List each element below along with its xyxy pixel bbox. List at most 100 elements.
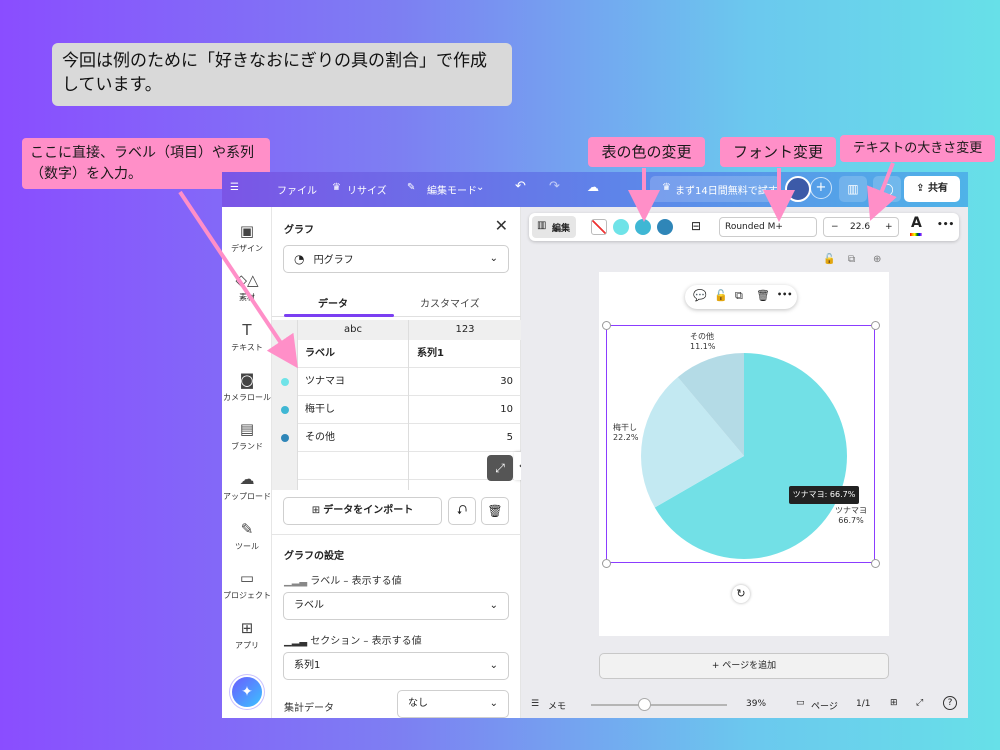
label-value-select[interactable]: ラベル ⌄ <box>283 592 509 620</box>
rail-item-tools[interactable]: ✎ ツール <box>222 520 272 552</box>
spacing-icon[interactable]: ⊟ <box>691 219 701 233</box>
font-size-value[interactable]: 22.6 <box>850 218 870 236</box>
aggregate-label: 集計データ <box>284 703 334 714</box>
section-setting-label: ▁▂▃ セクション – 表示する値 <box>284 632 422 647</box>
trash-icon[interactable]: 🗑 <box>481 497 509 525</box>
duplicate-icon[interactable]: ⧉ <box>735 289 743 303</box>
trial-label: まず14日間無料で試す <box>675 186 778 197</box>
resize-handle[interactable] <box>871 321 880 330</box>
color-bar <box>910 233 922 236</box>
comment-icon[interactable]: ◯ <box>873 176 901 202</box>
magic-sparkle-icon[interactable]: ✦ <box>232 677 262 707</box>
notes-button[interactable]: メモ <box>548 699 566 712</box>
empty-row <box>272 480 521 490</box>
zoom-level[interactable]: 39% <box>746 699 766 709</box>
zoom-slider[interactable] <box>591 704 727 706</box>
tab-customize[interactable]: カスタマイズ <box>420 295 480 310</box>
trash-icon[interactable]: 🗑 <box>756 289 770 302</box>
avatar[interactable] <box>785 176 811 202</box>
label-cell[interactable] <box>298 452 409 480</box>
duplicate-page-icon[interactable]: ⧉ <box>848 254 855 265</box>
resize-handle[interactable] <box>602 321 611 330</box>
decrease-size-button[interactable]: − <box>831 218 839 236</box>
resize-menu[interactable]: リサイズ <box>347 182 387 197</box>
column-type-b: 123 <box>409 320 521 340</box>
lock-icon[interactable]: 🔓 <box>823 254 835 265</box>
edit-mode-menu[interactable]: 編集モード <box>427 182 477 197</box>
chart-selection[interactable]: その他 11.1% 梅干し 22.2% ツナマヨ 66.7% ツナマヨ: 66.… <box>606 325 875 563</box>
value-cell[interactable] <box>409 480 521 490</box>
more-icon[interactable]: ••• <box>777 290 792 299</box>
expand-icon[interactable]: ⤢ <box>487 455 513 481</box>
rail-item-apps[interactable]: ⊞ アプリ <box>222 619 272 651</box>
grid-view-icon[interactable]: ⊞ <box>890 698 898 708</box>
label-cell[interactable]: その他 <box>298 424 409 452</box>
comment-add-icon[interactable]: 💬 <box>693 289 707 302</box>
elements-icon: ◇△ <box>235 271 259 289</box>
bottom-bar: ☰ メモ 39% ▭ ページ 1/1 ⊞ ⤢ ? <box>521 691 968 718</box>
label-cell[interactable] <box>298 480 409 490</box>
rail-item-upload[interactable]: ☁ アップロード <box>222 470 272 502</box>
rail-label: ブランド <box>231 442 263 451</box>
color-swatch-3[interactable] <box>657 219 673 235</box>
aggregate-select[interactable]: なし ⌄ <box>397 690 509 718</box>
add-page-button[interactable]: + ページを追加 <box>599 653 889 679</box>
rotate-icon[interactable]: ↻ <box>732 585 750 603</box>
font-select[interactable]: Rounded M+ <box>719 217 817 237</box>
label-cell[interactable]: ツナマヨ <box>298 368 409 396</box>
header-label-cell[interactable]: ラベル <box>298 340 409 368</box>
chart-type-label: 円グラフ <box>313 255 354 266</box>
pages-button[interactable]: ページ <box>811 699 838 712</box>
value-cell[interactable]: 5 <box>409 424 521 452</box>
chevron-down-icon: ⌄ <box>489 660 498 671</box>
pie-label-other: その他 11.1% <box>690 332 715 352</box>
close-icon[interactable]: ✕ <box>495 216 508 235</box>
increase-size-button[interactable]: + <box>885 218 893 236</box>
redo-icon[interactable]: ↷ <box>549 179 560 194</box>
chevron-down-icon: ⌄ <box>489 253 498 264</box>
color-change-callout: 表の色の変更 <box>588 137 705 167</box>
add-collaborator-icon[interactable]: + <box>810 177 832 199</box>
add-page-icon[interactable]: ⊕ <box>873 254 881 265</box>
menu-icon[interactable]: ☰ <box>230 182 239 193</box>
chart-icon[interactable]: ▥ <box>839 176 867 202</box>
value-cell[interactable]: 30 <box>409 368 521 396</box>
zoom-slider-handle[interactable] <box>638 698 652 711</box>
camera-icon: ◙ <box>239 371 255 389</box>
swap-axes-icon[interactable]: ⮏ <box>448 497 476 525</box>
intro-callout: 今回は例のために「好きなおにぎりの具の割合」で作成しています。 <box>52 43 512 106</box>
tab-data[interactable]: データ <box>318 295 348 310</box>
lock-icon[interactable]: 🔓 <box>714 289 728 302</box>
color-swatch-1[interactable] <box>613 219 629 235</box>
rail-item-camera[interactable]: ◙ カメラロール <box>222 371 272 403</box>
section-value-select[interactable]: 系列1 ⌄ <box>283 652 509 680</box>
no-color-icon[interactable] <box>591 219 607 235</box>
resize-handle[interactable] <box>602 559 611 568</box>
file-menu[interactable]: ファイル <box>277 182 317 197</box>
pie-label-tuna: ツナマヨ 66.7% <box>835 506 867 526</box>
rail-item-text[interactable]: T テキスト <box>222 321 272 353</box>
import-data-button[interactable]: ⊞ データをインポート <box>283 497 442 525</box>
notes-icon[interactable]: ☰ <box>531 699 539 709</box>
trial-button[interactable]: ♛ まず14日間無料で試す <box>650 176 780 202</box>
color-swatch-2[interactable] <box>635 219 651 235</box>
fullscreen-icon[interactable]: ⤢ <box>916 698 923 708</box>
rail-item-projects[interactable]: ▭ プロジェクト <box>222 569 272 601</box>
help-icon[interactable]: ? <box>943 696 957 710</box>
rail-item-brand[interactable]: ▤ ブランド <box>222 420 272 452</box>
resize-handle[interactable] <box>871 559 880 568</box>
rail-item-design[interactable]: ▣ デザイン <box>222 222 272 254</box>
header-series-cell[interactable]: 系列1 <box>409 340 521 368</box>
edit-chart-button[interactable]: ▥ 編集 <box>532 216 576 238</box>
brand-icon: ▤ <box>239 420 255 438</box>
chart-type-select[interactable]: ◔ 円グラフ ⌄ <box>283 245 509 273</box>
share-button[interactable]: ⇪ 共有 <box>904 176 960 202</box>
pages-icon[interactable]: ▭ <box>796 698 805 708</box>
rail-item-elements[interactable]: ◇△ 素材 <box>222 271 272 303</box>
value-cell[interactable]: 10 <box>409 396 521 424</box>
undo-icon[interactable]: ↶ <box>515 179 526 194</box>
more-options-icon[interactable]: ••• <box>937 220 954 230</box>
label-cell[interactable]: 梅干し <box>298 396 409 424</box>
text-color-icon[interactable]: A <box>911 215 922 231</box>
element-toolbar: 💬 🔓 ⧉ 🗑 ••• <box>685 285 797 309</box>
